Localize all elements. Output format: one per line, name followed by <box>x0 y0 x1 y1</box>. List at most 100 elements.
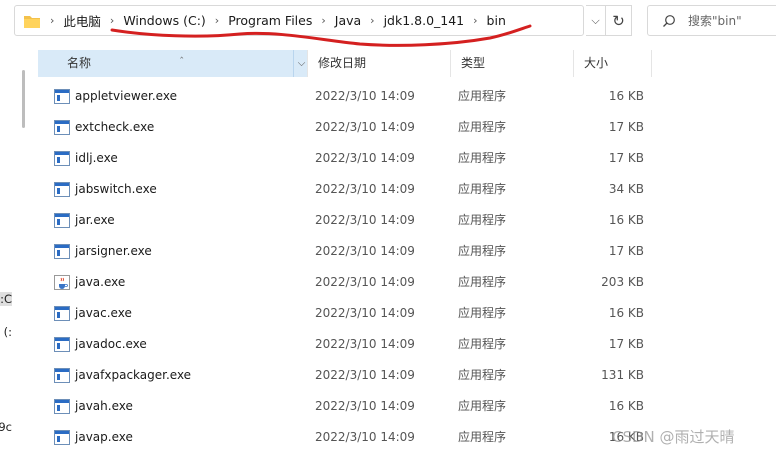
address-bar[interactable]: › 此电脑 › Windows (C:) › Program Files › J… <box>14 5 584 36</box>
file-name[interactable]: javah.exe <box>75 391 133 422</box>
file-row[interactable]: javafxpackager.exe 2022/3/10 14:09 应用程序 131… <box>38 360 652 391</box>
file-name[interactable]: extcheck.exe <box>75 112 154 143</box>
file-row[interactable]: jabswitch.exe 2022/3/10 14:09 应用程序 34 KB <box>38 174 652 205</box>
exe-window-icon <box>54 182 70 197</box>
chevron-down-icon: ⌵ <box>297 58 306 69</box>
chevron-right-icon[interactable]: › <box>110 14 114 27</box>
file-name[interactable]: javac.exe <box>75 298 132 329</box>
column-header-size[interactable]: 大小 <box>573 50 652 77</box>
file-name[interactable]: javafxpackager.exe <box>75 360 191 391</box>
file-size: 16 KB <box>608 399 644 413</box>
file-type: 应用程序 <box>458 89 507 103</box>
column-header-date[interactable]: 修改日期 <box>307 50 450 77</box>
file-type: 应用程序 <box>458 399 507 413</box>
file-modified-date: 2022/3/10 14:09 <box>315 182 415 196</box>
file-modified-date: 2022/3/10 14:09 <box>315 337 415 351</box>
exe-window-icon <box>54 368 70 383</box>
chevron-right-icon[interactable]: › <box>321 14 325 27</box>
file-row[interactable]: java.exe 2022/3/10 14:09 应用程序 203 KB <box>38 267 652 298</box>
file-modified-date: 2022/3/10 14:09 <box>315 399 415 413</box>
breadcrumb-program-files[interactable]: Program Files <box>228 13 312 28</box>
file-name[interactable]: jabswitch.exe <box>75 174 157 205</box>
refresh-button[interactable]: ↻ <box>606 5 632 36</box>
file-type: 应用程序 <box>458 275 507 289</box>
chevron-down-icon: ⌵ <box>591 13 600 27</box>
nav-pane-scrollbar[interactable] <box>22 70 25 128</box>
file-type: 应用程序 <box>458 151 507 165</box>
file-modified-date: 2022/3/10 14:09 <box>315 368 415 382</box>
exe-window-icon <box>54 430 70 445</box>
file-size: 17 KB <box>608 337 644 351</box>
exe-window-icon <box>54 89 70 104</box>
file-size: 17 KB <box>608 151 644 165</box>
file-type: 应用程序 <box>458 368 507 382</box>
chevron-right-icon[interactable]: › <box>215 14 219 27</box>
search-box[interactable] <box>647 5 776 36</box>
nav-item-c-drive[interactable]: C:) <box>0 292 12 306</box>
exe-window-icon <box>54 244 70 259</box>
breadcrumb-jdk[interactable]: jdk1.8.0_141 <box>384 13 465 28</box>
breadcrumb-this-pc[interactable]: 此电脑 <box>63 11 101 30</box>
watermark: CSDN @雨过天晴 <box>612 428 735 446</box>
file-name[interactable]: jarsigner.exe <box>75 236 152 267</box>
search-icon <box>663 14 675 27</box>
file-modified-date: 2022/3/10 14:09 <box>315 120 415 134</box>
exe-window-icon <box>54 120 70 135</box>
file-size: 17 KB <box>608 120 644 134</box>
exe-window-icon <box>54 399 70 414</box>
file-type: 应用程序 <box>458 213 507 227</box>
chevron-right-icon[interactable]: › <box>473 14 477 27</box>
column-header-name[interactable]: ‸ 名称 <box>38 48 308 77</box>
refresh-icon: ↻ <box>612 11 625 30</box>
breadcrumb-java[interactable]: Java <box>335 13 361 28</box>
breadcrumb-windows-c[interactable]: Windows (C:) <box>123 13 205 28</box>
file-modified-date: 2022/3/10 14:09 <box>315 430 415 444</box>
search-input[interactable] <box>686 12 776 29</box>
nav-item-drive[interactable]: :) <box>0 325 12 339</box>
column-header-row: ‸ 名称 ⌵ 修改日期 类型 大小 <box>38 48 652 77</box>
sort-ascending-icon: ‸ <box>180 48 184 59</box>
chevron-right-icon[interactable]: › <box>370 14 374 27</box>
column-header-type[interactable]: 类型 <box>450 50 573 77</box>
file-size: 131 KB <box>601 368 644 382</box>
file-row[interactable]: jarsigner.exe 2022/3/10 14:09 应用程序 17 KB <box>38 236 652 267</box>
file-list: appletviewer.exe 2022/3/10 14:09 应用程序 16 KB… <box>38 81 652 453</box>
file-name[interactable]: idlj.exe <box>75 143 118 174</box>
breadcrumb-bin[interactable]: bin <box>487 13 506 28</box>
file-row[interactable]: extcheck.exe 2022/3/10 14:09 应用程序 17 KB <box>38 112 652 143</box>
file-row[interactable]: appletviewer.exe 2022/3/10 14:09 应用程序 16 KB <box>38 81 652 112</box>
file-type: 应用程序 <box>458 182 507 196</box>
exe-window-icon <box>54 337 70 352</box>
file-type: 应用程序 <box>458 306 507 320</box>
folder-icon <box>24 15 40 28</box>
address-history-dropdown[interactable]: ⌵ <box>586 5 606 36</box>
chevron-right-icon[interactable]: › <box>50 14 54 27</box>
file-row[interactable]: javadoc.exe 2022/3/10 14:09 应用程序 17 KB <box>38 329 652 360</box>
file-name[interactable]: appletviewer.exe <box>75 81 177 112</box>
nav-item-partial[interactable]: d9c <box>0 420 12 434</box>
file-name[interactable]: java.exe <box>75 267 125 298</box>
file-row[interactable]: idlj.exe 2022/3/10 14:09 应用程序 17 KB <box>38 143 652 174</box>
exe-window-icon <box>54 306 70 321</box>
file-name[interactable]: jar.exe <box>75 205 115 236</box>
exe-window-icon <box>54 213 70 228</box>
file-modified-date: 2022/3/10 14:09 <box>315 151 415 165</box>
file-row[interactable]: jar.exe 2022/3/10 14:09 应用程序 16 KB <box>38 205 652 236</box>
file-row[interactable]: javap.exe 2022/3/10 14:09 应用程序 16 KB <box>38 422 652 453</box>
file-row[interactable]: javah.exe 2022/3/10 14:09 应用程序 16 KB <box>38 391 652 422</box>
file-type: 应用程序 <box>458 120 507 134</box>
java-cup-icon <box>54 275 70 290</box>
file-type: 应用程序 <box>458 337 507 351</box>
exe-window-icon <box>54 151 70 166</box>
file-name[interactable]: javadoc.exe <box>75 329 147 360</box>
file-size: 16 KB <box>608 89 644 103</box>
file-modified-date: 2022/3/10 14:09 <box>315 244 415 258</box>
file-name[interactable]: javap.exe <box>75 422 133 453</box>
file-row[interactable]: javac.exe 2022/3/10 14:09 应用程序 16 KB <box>38 298 652 329</box>
file-type: 应用程序 <box>458 430 507 444</box>
file-size: 16 KB <box>608 213 644 227</box>
file-modified-date: 2022/3/10 14:09 <box>315 213 415 227</box>
file-type: 应用程序 <box>458 244 507 258</box>
file-modified-date: 2022/3/10 14:09 <box>315 89 415 103</box>
file-modified-date: 2022/3/10 14:09 <box>315 275 415 289</box>
